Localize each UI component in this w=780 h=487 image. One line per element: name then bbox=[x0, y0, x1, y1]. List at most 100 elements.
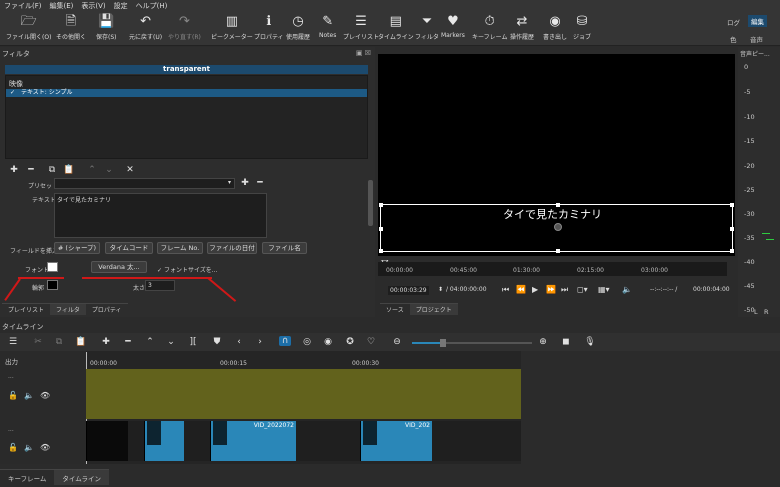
marker-icon[interactable]: ⛊ bbox=[211, 337, 223, 347]
menu-settings[interactable]: 設定 bbox=[110, 1, 132, 11]
jobs-button[interactable]: ⛁ ジョブ bbox=[573, 14, 591, 41]
thickness-spinbox[interactable]: 3 bbox=[145, 280, 175, 291]
zoom-in-icon[interactable]: ⊕ bbox=[537, 337, 549, 347]
tab-project[interactable]: プロジェクト bbox=[409, 303, 458, 315]
remove-filter-icon[interactable]: ━ bbox=[25, 165, 37, 175]
font-color-swatch[interactable] bbox=[47, 262, 58, 272]
lock-icon[interactable]: 🔓 bbox=[8, 443, 18, 452]
outline-color-swatch[interactable] bbox=[47, 280, 58, 290]
tab-keyframes[interactable]: キーフレーム bbox=[0, 469, 55, 485]
insert-hash-button[interactable]: # (シャープ) bbox=[54, 242, 100, 254]
time-stepper-icon[interactable]: ⬍ bbox=[438, 286, 443, 293]
ripple-icon[interactable]: ◉ bbox=[322, 337, 334, 347]
video-preview[interactable]: タイで見たカミナリ bbox=[378, 54, 735, 256]
record-audio-icon[interactable]: 🎙 bbox=[584, 337, 596, 347]
grid-icon[interactable]: ▦▾ bbox=[598, 285, 610, 294]
scrub-icon[interactable]: ◎ bbox=[301, 337, 313, 347]
split-icon[interactable]: ][ bbox=[187, 337, 199, 347]
tab-playlist[interactable]: プレイリスト bbox=[2, 303, 51, 315]
history-button[interactable]: ◷ 使用履歴 bbox=[286, 14, 310, 41]
layout-color[interactable]: 色 bbox=[730, 34, 737, 44]
ripple-all-icon[interactable]: ✪ bbox=[344, 337, 356, 347]
video-clip[interactable]: VID_2022072 bbox=[210, 421, 296, 461]
save-button[interactable]: 💾 保存(S) bbox=[96, 14, 117, 41]
insert-file-name-button[interactable]: ファイル名 bbox=[262, 242, 307, 254]
panel-float-close-icon[interactable]: ▣ ☒ bbox=[356, 49, 371, 57]
video-track[interactable]: VID_2022072 VID_202 bbox=[86, 421, 521, 461]
menu-view[interactable]: 表示(V) bbox=[77, 1, 109, 11]
eye-icon[interactable]: 👁 bbox=[40, 443, 50, 452]
menu-icon[interactable]: ☰ bbox=[7, 337, 19, 347]
tab-filters[interactable]: フィルタ bbox=[50, 303, 86, 315]
resize-handle[interactable] bbox=[379, 249, 383, 253]
resize-handle[interactable] bbox=[730, 203, 734, 207]
filter-button[interactable]: ⏷ フィルタ bbox=[415, 14, 439, 41]
ripple-markers-icon[interactable]: ♡ bbox=[365, 337, 377, 347]
timeline-button[interactable]: ▤ タイムライン bbox=[378, 14, 414, 41]
zoom-out-icon[interactable]: ⊖ bbox=[391, 337, 403, 347]
filter-item-text-simple[interactable]: ✓ テキスト: シンプル bbox=[6, 89, 367, 97]
volume-icon[interactable]: 🔈 bbox=[622, 285, 632, 294]
tab-timeline[interactable]: タイムライン bbox=[54, 469, 109, 485]
redo-button[interactable]: ↷ やり直す(R) bbox=[168, 14, 201, 41]
insert-file-date-button[interactable]: ファイルの日付 bbox=[207, 242, 257, 254]
export-button[interactable]: ◉ 書き出し bbox=[543, 14, 567, 41]
append-icon[interactable]: ✚ bbox=[100, 337, 112, 347]
video-clip[interactable]: VID_202 bbox=[360, 421, 432, 461]
video-clip[interactable] bbox=[86, 421, 128, 461]
move-down-icon[interactable]: ⌄ bbox=[103, 165, 115, 175]
resize-handle[interactable] bbox=[379, 203, 383, 207]
resize-handle[interactable] bbox=[556, 249, 560, 253]
operation-history-button[interactable]: ⇄ 操作履歴 bbox=[510, 14, 534, 41]
eye-icon[interactable]: 👁 bbox=[40, 391, 50, 400]
video-clip[interactable] bbox=[144, 421, 184, 461]
current-time-field[interactable]: 00:00:03:29 bbox=[388, 286, 429, 295]
center-handle[interactable] bbox=[554, 223, 562, 231]
layout-audio[interactable]: 音声 bbox=[750, 34, 763, 44]
layout-log[interactable]: ログ bbox=[727, 17, 740, 27]
copy-icon[interactable]: ⧉ bbox=[53, 337, 65, 347]
delete-preset-icon[interactable]: ━ bbox=[254, 178, 266, 188]
preset-select[interactable]: ▾ bbox=[54, 178, 235, 189]
checkbox-icon[interactable]: ✓ bbox=[10, 89, 15, 96]
snap-icon[interactable]: ∩ bbox=[279, 336, 291, 346]
deselect-filter-icon[interactable]: ✕ bbox=[124, 165, 136, 175]
copy-filter-icon[interactable]: ⧉ bbox=[46, 165, 58, 175]
insert-timecode-button[interactable]: タイムコード bbox=[105, 242, 153, 254]
overwrite-icon[interactable]: ⌄ bbox=[165, 337, 177, 347]
menu-help[interactable]: ヘルプ(H) bbox=[132, 1, 172, 11]
mute-icon[interactable]: 🔈 bbox=[24, 391, 34, 400]
filter-list[interactable]: 映像 ✓ テキスト: シンプル bbox=[5, 75, 368, 159]
layout-edit[interactable]: 編集 bbox=[748, 15, 767, 27]
lock-icon[interactable]: 🔓 bbox=[8, 391, 18, 400]
tab-properties[interactable]: プロパティ bbox=[85, 303, 128, 315]
move-up-icon[interactable]: ⌃ bbox=[86, 165, 98, 175]
remove-icon[interactable]: ━ bbox=[122, 337, 134, 347]
skip-next-icon[interactable]: ⏭ bbox=[561, 285, 568, 295]
tab-source[interactable]: ソース bbox=[380, 303, 410, 315]
rewind-icon[interactable]: ⏪ bbox=[516, 285, 526, 294]
zoom-fit-icon[interactable]: ◼ bbox=[560, 337, 572, 347]
font-select-button[interactable]: Verdana 太... bbox=[91, 261, 147, 273]
markers-button[interactable]: ♥ Markers bbox=[441, 14, 465, 39]
peak-meter-button[interactable]: ▥ ピークメーター bbox=[211, 14, 253, 41]
properties-button[interactable]: ℹ プロパティ bbox=[254, 14, 284, 41]
skip-previous-icon[interactable]: ⏮ bbox=[502, 285, 509, 295]
add-filter-icon[interactable]: ✚ bbox=[8, 165, 20, 175]
open-file-button[interactable]: 🗁 ファイル開く(O) bbox=[6, 14, 51, 41]
zoom-slider[interactable] bbox=[412, 339, 532, 347]
resize-handle[interactable] bbox=[379, 227, 383, 231]
play-icon[interactable]: ▶ bbox=[532, 285, 538, 294]
open-other-button[interactable]: 🗎 その他開く bbox=[56, 14, 86, 41]
menu-edit[interactable]: 編集(E) bbox=[46, 1, 78, 11]
resize-handle[interactable] bbox=[730, 227, 734, 231]
undo-button[interactable]: ↶ 元に戻す(U) bbox=[129, 14, 162, 41]
cut-icon[interactable]: ✂ bbox=[32, 337, 44, 347]
menu-file[interactable]: ファイル(F) bbox=[0, 1, 46, 11]
fast-forward-icon[interactable]: ⏩ bbox=[546, 285, 556, 294]
text-track-clip[interactable] bbox=[86, 369, 521, 419]
keyframe-button[interactable]: ⏱ キーフレーム bbox=[472, 14, 507, 41]
paste-icon[interactable]: 📋 bbox=[75, 337, 87, 347]
preview-ruler[interactable]: 00:00:00 00:45:00 01:30:00 02:15:00 03:0… bbox=[378, 262, 727, 276]
mute-icon[interactable]: 🔈 bbox=[24, 443, 34, 452]
